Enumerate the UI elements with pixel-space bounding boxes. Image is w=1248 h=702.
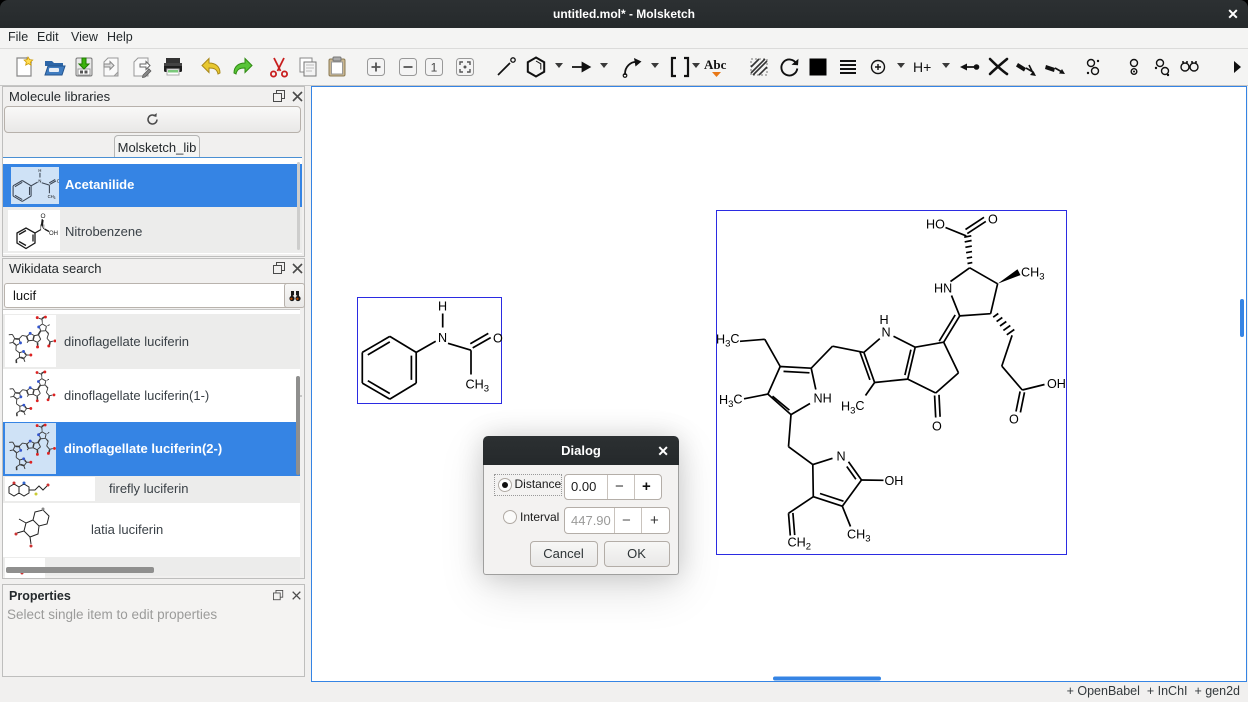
- svg-text:H3C: H3C: [719, 393, 743, 411]
- svg-text:H3C: H3C: [716, 332, 740, 350]
- svg-text:HO: HO: [926, 218, 945, 232]
- svg-text:CH3: CH3: [847, 528, 871, 545]
- svg-text:OH: OH: [1047, 377, 1066, 391]
- svg-text:CH3: CH3: [1021, 266, 1045, 283]
- svg-text:O: O: [932, 420, 942, 434]
- svg-text:O: O: [1009, 413, 1019, 427]
- svg-text:N: N: [837, 450, 846, 464]
- svg-text:H3C: H3C: [841, 399, 865, 417]
- svg-text:O: O: [988, 213, 998, 227]
- svg-text:CH2: CH2: [788, 536, 812, 553]
- svg-text:NH: NH: [814, 392, 832, 406]
- svg-text:N: N: [882, 325, 891, 339]
- svg-text:HN: HN: [934, 282, 952, 296]
- svg-text:OH: OH: [885, 474, 904, 488]
